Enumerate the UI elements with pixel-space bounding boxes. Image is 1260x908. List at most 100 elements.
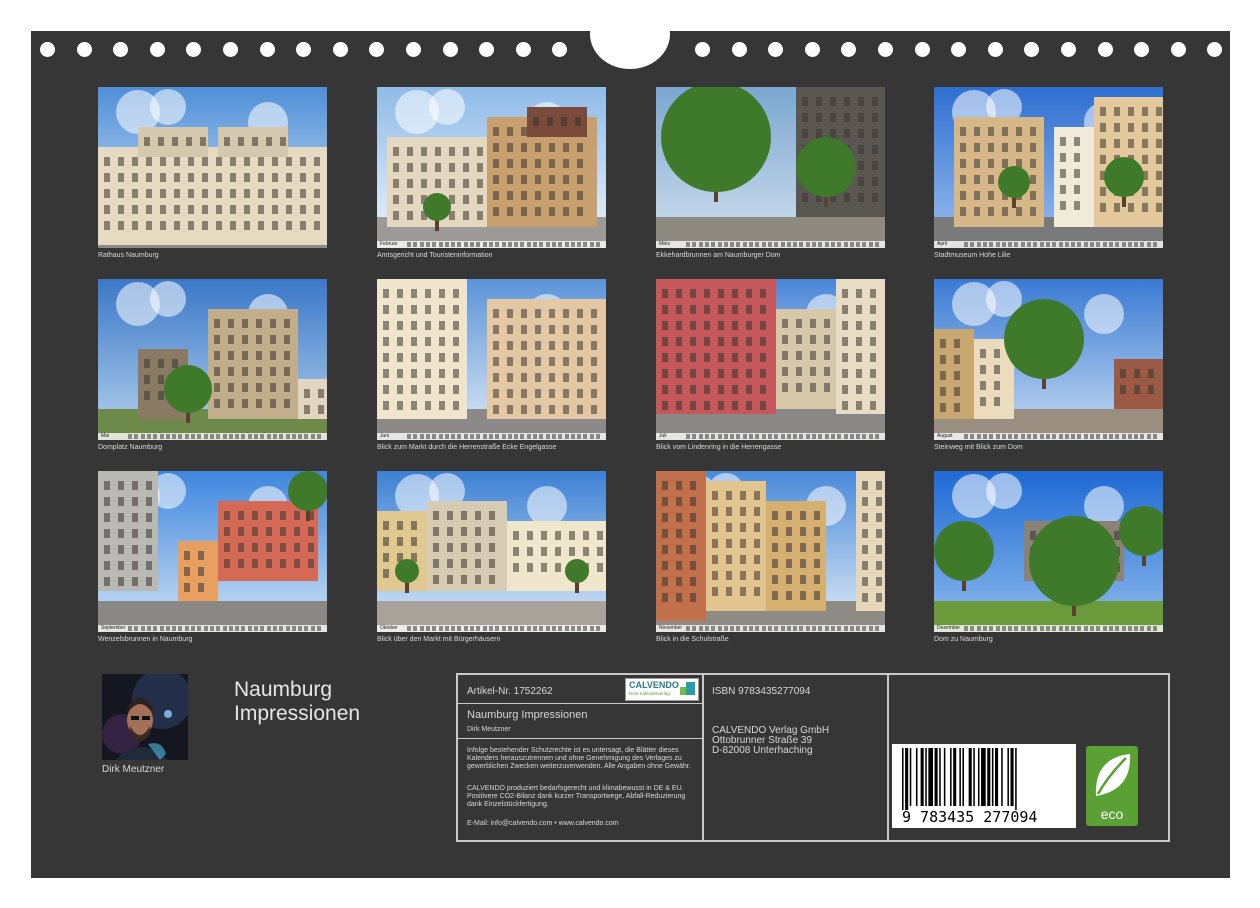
day-cell — [1045, 242, 1050, 247]
day-cell — [723, 242, 728, 247]
day-cell — [964, 242, 968, 247]
photo-caption: Blick vom Lindenring in die Herrengasse — [656, 444, 782, 451]
day-cell — [558, 434, 563, 439]
photo-caption: Blick über den Markt mit Bürgerhäusern — [377, 636, 501, 643]
day-cell — [1108, 626, 1113, 631]
day-cell — [868, 242, 873, 247]
photo-caption: Rathaus Naumburg — [98, 252, 159, 259]
binding-hole — [76, 42, 92, 57]
day-cell — [419, 626, 424, 631]
day-cell — [1115, 242, 1120, 247]
day-cell — [266, 434, 271, 439]
day-cell — [317, 434, 321, 439]
day-cell — [514, 434, 519, 439]
day-cell — [1001, 626, 1006, 631]
day-cell — [849, 242, 854, 247]
day-cell — [761, 626, 766, 631]
day-cell — [843, 434, 848, 439]
day-cell — [438, 626, 443, 631]
info-hline-1 — [458, 703, 702, 704]
day-cell — [279, 626, 284, 631]
day-cell — [780, 434, 785, 439]
day-cell — [533, 626, 537, 631]
day-cell — [432, 434, 437, 439]
binding-hole — [987, 42, 1003, 57]
day-cell — [824, 242, 829, 247]
day-cell — [203, 434, 208, 439]
day-cell — [774, 242, 779, 247]
day-cell — [545, 434, 550, 439]
binding-hole — [1207, 42, 1223, 57]
day-cell — [432, 242, 437, 247]
day-cell — [444, 242, 449, 247]
day-cell — [589, 626, 594, 631]
calvendo-logo-text: CALVENDO — [629, 680, 679, 690]
binding-hole — [1097, 42, 1113, 57]
day-cell — [1134, 434, 1139, 439]
day-cell — [482, 626, 487, 631]
day-cell — [159, 434, 164, 439]
photo-tile: Oktober Blick über den Markt mit Bürgerhä… — [377, 471, 606, 644]
day-cell — [413, 242, 418, 247]
binding-hole — [1061, 42, 1076, 57]
day-cell — [805, 242, 810, 247]
day-cell — [1027, 626, 1031, 631]
day-cell — [837, 242, 842, 247]
day-cell — [209, 434, 214, 439]
day-cell — [1096, 242, 1101, 247]
day-cell — [976, 242, 981, 247]
day-cell — [1039, 626, 1044, 631]
day-cell — [818, 626, 823, 631]
day-cell — [507, 242, 512, 247]
day-cell — [451, 434, 456, 439]
day-cell — [692, 242, 697, 247]
day-cell — [191, 626, 195, 631]
calendar-back-cover: Rathaus Naumburg Februar Amtsgericht und T… — [31, 0, 1230, 878]
day-cell — [310, 434, 315, 439]
day-cell — [780, 626, 785, 631]
day-cell — [298, 434, 303, 439]
calendar-strip: Juni — [377, 433, 606, 440]
day-cell — [982, 434, 987, 439]
photo: April — [934, 87, 1163, 248]
photo-tile: März Ekkehardbrunnen am Naumburger Dom — [656, 87, 885, 260]
day-cell — [533, 434, 537, 439]
day-cell — [805, 626, 810, 631]
day-cell — [495, 626, 500, 631]
day-cell — [589, 242, 594, 247]
day-cell — [1127, 626, 1132, 631]
day-cell — [545, 626, 550, 631]
day-cell — [1146, 434, 1151, 439]
photo-caption: Domplatz Naumburg — [98, 444, 163, 451]
day-cell — [976, 626, 981, 631]
day-cell — [153, 626, 158, 631]
day-cell — [843, 242, 848, 247]
day-cell — [723, 626, 728, 631]
binding-hole — [1134, 42, 1150, 57]
day-cell — [1045, 626, 1050, 631]
calendar-strip: August — [934, 433, 1163, 440]
day-cell — [1134, 626, 1139, 631]
photo-caption: Ekkehardbrunnen am Naumburger Dom — [656, 252, 781, 259]
day-cell — [596, 626, 600, 631]
day-cell — [989, 626, 994, 631]
calvendo-logo-mark-2 — [680, 687, 686, 695]
day-cell — [476, 626, 481, 631]
calendar-strip: Mai — [98, 433, 327, 440]
day-cell — [793, 626, 798, 631]
photo: November — [656, 471, 885, 632]
day-cell — [425, 434, 430, 439]
day-cell — [570, 626, 575, 631]
day-cell — [165, 434, 170, 439]
photo: September — [98, 471, 327, 632]
day-cell — [812, 626, 816, 631]
photo-caption: Blick in die Schulstraße — [656, 636, 729, 643]
month-label: September — [101, 625, 126, 631]
day-cell — [755, 242, 760, 247]
binding-hole — [223, 42, 238, 57]
isbn-barcode: 9 783435 277094 — [892, 744, 1076, 828]
day-cell — [419, 434, 424, 439]
month-label: November — [659, 625, 683, 631]
calendar-strip: Juli — [656, 433, 885, 440]
day-cell — [514, 626, 519, 631]
